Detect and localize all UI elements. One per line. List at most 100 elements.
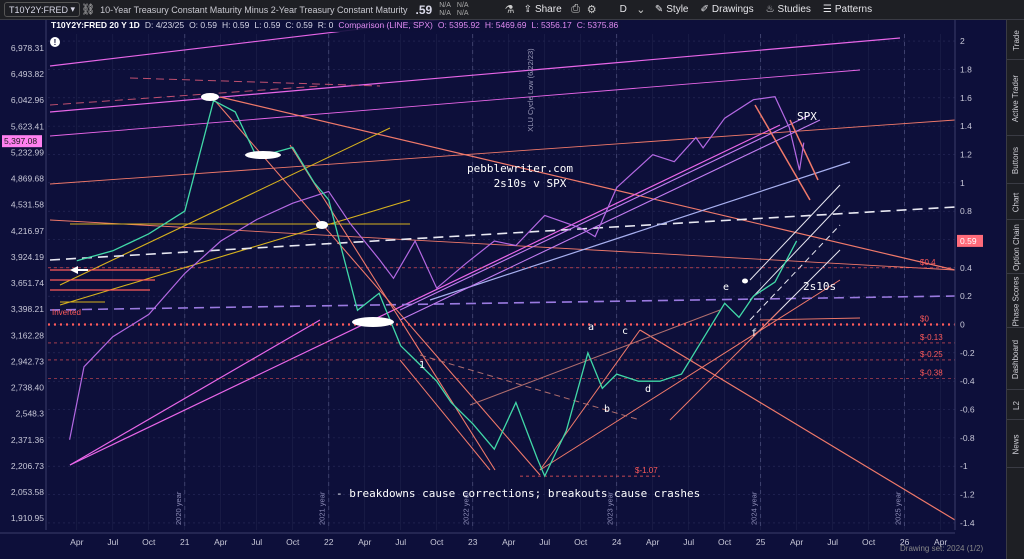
current-value: 0.59 [960,236,977,246]
side-tab-dashboard[interactable]: Dashboard [1007,330,1024,390]
patterns-icon: ☰ [822,4,832,15]
left-axis-tick: 2,206.73 [11,461,44,471]
right-axis-tick: 0.2 [960,291,972,301]
left-axis-tick: 2,053.58 [11,487,44,497]
x-axis-tick: Oct [574,537,588,547]
x-axis-tick: Apr [70,537,83,547]
left-axis-tick: 3,651.74 [11,278,44,288]
x-axis-tick: 25 [756,537,766,547]
left-axis-tick: 4,216.97 [11,226,44,236]
level-label: $-0.25 [920,350,943,359]
marker-oval [245,151,281,159]
symbol-selector[interactable]: T10Y2Y:FRED ▾ [4,2,81,17]
drawings-icon: ✐ [700,4,709,15]
x-axis-tick: 21 [180,537,190,547]
side-tab-label: Option Chain [1011,224,1021,271]
right-axis-tick: 0.8 [960,206,972,216]
right-axis-tick: -0.8 [960,433,975,443]
side-tab-chart[interactable]: Chart [1007,186,1024,220]
chart-background [0,20,1006,559]
side-tab-label: Dashboard [1011,339,1021,380]
x-axis-tick: Apr [502,537,515,547]
x-axis-tick: Oct [718,537,732,547]
studies-button[interactable]: ♨ Studies [760,0,817,20]
side-panel: Trade Active Trader Buttons Chart Option Cha… [1006,20,1024,559]
right-axis-tick: -0.6 [960,405,975,415]
info-comparison: Comparison (LINE, SPX) [338,20,433,30]
side-tab-l2[interactable]: L2 [1007,392,1024,420]
left-axis-tick: 4,869.68 [11,174,44,184]
info-date: D: 4/23/25 [144,20,185,30]
right-axis-tick: -1.2 [960,490,975,500]
x-axis-tick: Oct [286,537,300,547]
interval-button[interactable]: D [614,0,633,20]
info-close: C: 0.59 [285,20,313,30]
na-block-2: N/A N/A [456,1,469,17]
chain-icon[interactable]: ⛓ [80,2,96,18]
side-tab-option-chain[interactable]: Option Chain [1007,222,1024,274]
peak-marker [201,93,219,101]
print-icon[interactable]: ⎙ [568,2,584,18]
side-tab-buttons[interactable]: Buttons [1007,138,1024,184]
wave-1: 1 [419,360,425,371]
level-label: $-0.38 [920,368,943,377]
right-axis-tick: 2 [960,36,965,46]
info-open: O: 0.59 [189,20,217,30]
wave-a: a [588,322,594,333]
instrument-title: 10-Year Treasury Constant Maturity Minus… [100,4,408,15]
left-axis-tick: 5,623.41 [11,121,44,131]
side-tab-active-trader[interactable]: Active Trader [1007,62,1024,136]
share-button[interactable]: ⇪ Share [518,0,568,20]
side-tab-trade[interactable]: Trade [1007,22,1024,60]
level-label: $-0.13 [920,333,943,342]
cycle-low-label: XLU Cycle Low (6/22/23) [526,48,535,132]
left-axis-tick: 3,162.28 [11,330,44,340]
symbol-text: T10Y2Y:FRED [9,4,69,15]
left-axis-tick: 1,910.95 [11,513,44,523]
x-axis-tick: Oct [862,537,876,547]
right-axis-tick: -0.2 [960,348,975,358]
wave-b: b [604,404,610,415]
year-label: 2024 year [750,491,759,525]
right-axis-tick: 1.6 [960,93,972,103]
left-axis-tick: 2,371.36 [11,435,44,445]
wave-e: e [723,282,729,293]
patterns-button[interactable]: ☰ Patterns [817,0,878,20]
studies-icon: ♨ [765,4,775,15]
share-icon: ⇪ [523,4,532,15]
na-block-1: N/A N/A [439,1,451,17]
chevron-down-icon[interactable]: ⌄ [633,2,649,18]
site-label: pebblewriter.com [467,162,573,175]
side-tab-news[interactable]: News [1007,422,1024,468]
drawings-button[interactable]: ✐ Drawings [695,0,760,20]
main-toolbar: T10Y2Y:FRED ▾ ⛓ 10-Year Treasury Constan… [0,0,1024,20]
left-axis-tick: 2,738.40 [11,383,44,393]
x-axis-tick: 23 [468,537,478,547]
caption: - breakdowns cause corrections; breakout… [336,487,700,500]
x-axis-tick: Apr [646,537,659,547]
inversion-marker [352,317,394,327]
x-axis-tick: Apr [790,537,803,547]
x-axis-tick: 24 [612,537,622,547]
settings-icon[interactable]: ⚙ [584,2,600,18]
side-tab-label: L2 [1011,401,1021,410]
x-axis-tick: Jul [251,537,262,547]
spx-current-value: 5,397.08 [4,136,37,146]
level-label: $0.4 [920,258,936,267]
level-label: $-1.07 [635,466,658,475]
left-axis-tick: 6,493.82 [11,69,44,79]
right-axis-tick: -1 [960,461,968,471]
subtitle-label: 2s10s v SPX [494,177,567,190]
info-symbol: T10Y2Y:FRED 20 Y 1D [51,20,140,30]
side-tab-phase-scores[interactable]: Phase Scores [1007,276,1024,328]
side-tab-label: Active Trader [1011,74,1021,123]
x-axis-tick: Oct [430,537,444,547]
wave-c: c [622,326,628,337]
info-cmp-high: H: 5469.69 [484,20,527,30]
style-button[interactable]: ✎ Style [649,0,695,20]
right-axis-tick: -0.4 [960,376,975,386]
chart-area[interactable]: $0.4 $0 $-0.13 $-0.25 $-0.38 $-1.07 2 1.8 1.6 1.… [0,20,1006,559]
right-axis-tick: 0.4 [960,263,972,273]
curve-label: 2s10s [803,280,836,293]
flask-icon[interactable]: ⚗ [502,2,518,18]
